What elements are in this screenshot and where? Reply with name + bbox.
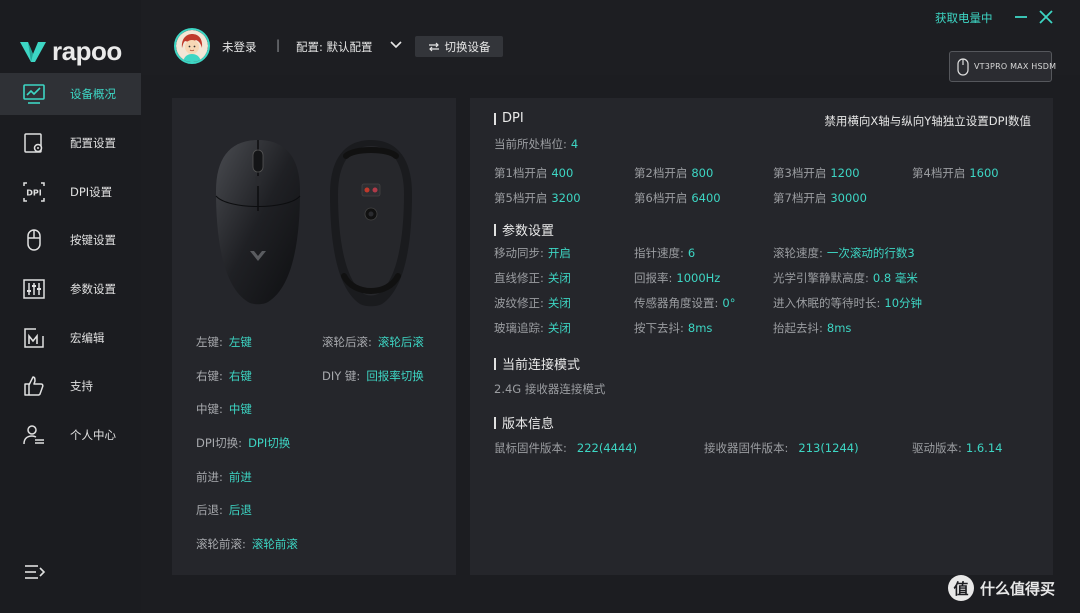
- mapping-value[interactable]: 后退: [229, 503, 252, 517]
- sidebar-item-label: DPI设置: [70, 185, 113, 199]
- sidebar-item-label: 按键设置: [70, 233, 116, 247]
- mouse-firmware-version: 鼠标固件版本: 222(4444): [494, 441, 638, 455]
- sidebar-item-label: 支持: [70, 379, 93, 393]
- mouse-icon: [957, 58, 969, 76]
- mouse-top-image: [215, 140, 301, 305]
- sidebar-item-params[interactable]: 参数设置: [0, 268, 141, 310]
- param-lift-off-distance: 光学引擎静默高度: 0.8 毫米: [773, 271, 918, 285]
- dpi-section-title: DPI: [494, 111, 524, 126]
- param-scroll-speed: 滚轮速度: 一次滚动的行数3: [773, 246, 915, 260]
- sidebar-item-overview[interactable]: 设备概况: [0, 73, 141, 115]
- param-press-debounce: 按下去抖: 8ms: [634, 321, 713, 335]
- mouse-bottom-image: [330, 140, 412, 307]
- swap-icon: [428, 42, 439, 51]
- dpi-level-1: 第1档开启 400: [494, 166, 574, 180]
- mapping-value[interactable]: 前进: [229, 470, 252, 484]
- user-icon: [23, 425, 44, 445]
- switch-device-button[interactable]: 切换设备: [415, 36, 503, 57]
- mapping-back: 后退: 后退: [196, 503, 252, 517]
- login-link[interactable]: 未登录: [222, 39, 257, 55]
- header-separator: |: [276, 38, 281, 52]
- device-info-panel: DPI 禁用横向X轴与纵向Y轴独立设置DPI数值 当前所处档位: 4 第1档开启 4…: [470, 98, 1053, 575]
- mapping-middle-click: 中键: 中键: [196, 402, 252, 416]
- param-release-debounce: 抬起去抖: 8ms: [773, 321, 852, 335]
- dpi-level-6: 第6档开启 6400: [634, 191, 721, 205]
- mapping-left-click: 左键: 左键: [196, 335, 252, 349]
- connection-mode: 2.4G 接收器连接模式: [494, 382, 606, 396]
- sidebar-item-label: 参数设置: [70, 282, 116, 296]
- monitor-chart-icon: [23, 84, 45, 104]
- device-card[interactable]: VT3PRO MAX HSDM: [949, 51, 1056, 82]
- dpi-current-level: 当前所处档位: 4: [494, 137, 579, 151]
- menu-collapse-icon[interactable]: [22, 560, 46, 584]
- mapping-value[interactable]: 中键: [229, 402, 252, 416]
- sliders-icon: [23, 279, 45, 299]
- sidebar-item-label: 宏编辑: [70, 331, 105, 345]
- rapoo-logo: rapoo: [20, 36, 122, 67]
- param-sleep-timeout: 进入休眠的等待时长: 10分钟: [773, 296, 923, 310]
- chevron-down-icon[interactable]: [389, 38, 403, 52]
- watermark-badge: 值: [948, 575, 974, 601]
- sidebar: rapoo 设备概况 配置设置 DPI DPI设置 按键设置 参数设置 宏编辑 …: [0, 0, 141, 613]
- device-name: VT3PRO MAX HSDM: [974, 62, 1057, 71]
- watermark: 值 什么值得买: [948, 575, 1055, 601]
- mapping-value[interactable]: 滚轮后滚: [378, 335, 424, 349]
- dpi-level-4: 第4档开启 1600: [912, 166, 999, 180]
- independent-xy-dpi-text[interactable]: 禁用横向X轴与纵向Y轴独立设置DPI数值: [824, 113, 1031, 129]
- mapping-value[interactable]: DPI切换: [248, 436, 290, 450]
- mapping-scroll-up: 滚轮前滚: 滚轮前滚: [196, 537, 298, 551]
- connection-section-title: 当前连接模式: [494, 354, 580, 373]
- mapping-value[interactable]: 右键: [229, 369, 252, 383]
- logo-text: rapoo: [52, 36, 122, 66]
- dpi-level-3: 第3档开启 1200: [773, 166, 860, 180]
- dpi-level-5: 第5档开启 3200: [494, 191, 581, 205]
- param-polling-rate: 回报率: 1000Hz: [634, 271, 721, 285]
- param-ripple-control: 波纹修正: 关闭: [494, 296, 571, 310]
- params-section-title: 参数设置: [494, 220, 554, 239]
- dpi-level-7: 第7档开启 30000: [773, 191, 867, 205]
- sidebar-item-dpi[interactable]: DPI DPI设置: [0, 171, 141, 213]
- sidebar-item-buttons[interactable]: 按键设置: [0, 219, 141, 261]
- mapping-dpi-switch: DPI切换: DPI切换: [196, 436, 291, 450]
- thumbs-up-icon: [24, 376, 44, 396]
- mapping-right-click: 右键: 右键: [196, 369, 252, 383]
- sidebar-item-label: 设备概况: [70, 87, 116, 101]
- button-mapping-panel: 左键: 左键 右键: 右键 中键: 中键 DPI切换: DPI切换 前进: 前进 后退: 后…: [172, 98, 456, 575]
- param-pointer-speed: 指针速度: 6: [634, 246, 696, 260]
- mouse-icon: [27, 229, 41, 251]
- close-icon[interactable]: [1037, 8, 1055, 26]
- svg-text:DPI: DPI: [26, 189, 42, 198]
- rapoo-v-icon: [20, 41, 46, 62]
- param-glass-tracking: 玻璃追踪: 关闭: [494, 321, 571, 335]
- mapping-value[interactable]: 左键: [229, 335, 252, 349]
- sidebar-item-label: 配置设置: [70, 136, 116, 150]
- battery-status: 获取电量中: [935, 11, 993, 25]
- sidebar-item-support[interactable]: 支持: [0, 365, 141, 407]
- mapping-value[interactable]: 回报率切换: [366, 369, 424, 383]
- mapping-scroll-down: 滚轮后滚: 滚轮后滚: [322, 335, 424, 349]
- sidebar-item-macro[interactable]: 宏编辑: [0, 317, 141, 359]
- profile-selector[interactable]: 配置: 默认配置: [296, 39, 373, 55]
- avatar-face-icon: [176, 30, 208, 62]
- sidebar-item-profile[interactable]: 个人中心: [0, 414, 141, 456]
- avatar[interactable]: [174, 28, 210, 64]
- dpi-icon: DPI: [23, 182, 45, 202]
- switch-device-label: 切换设备: [444, 39, 491, 54]
- mapping-value[interactable]: 滚轮前滚: [252, 537, 298, 551]
- config-gear-icon: [24, 133, 43, 153]
- sidebar-item-label: 个人中心: [70, 428, 116, 442]
- minimize-icon[interactable]: [1012, 8, 1030, 26]
- param-sensor-angle: 传感器角度设置: 0°: [634, 296, 736, 310]
- param-motion-sync: 移动同步: 开启: [494, 246, 571, 260]
- param-angle-snapping: 直线修正: 关闭: [494, 271, 571, 285]
- watermark-text: 什么值得买: [980, 579, 1056, 598]
- dpi-level-2: 第2档开启 800: [634, 166, 714, 180]
- sidebar-item-config[interactable]: 配置设置: [0, 122, 141, 164]
- receiver-firmware-version: 接收器固件版本: 213(1244): [704, 441, 859, 455]
- mapping-diy-key: DIY 键: 回报率切换: [322, 369, 424, 383]
- mapping-forward: 前进: 前进: [196, 470, 252, 484]
- macro-icon: [24, 328, 44, 348]
- driver-version: 驱动版本: 1.6.14: [912, 441, 1003, 455]
- version-section-title: 版本信息: [494, 413, 554, 432]
